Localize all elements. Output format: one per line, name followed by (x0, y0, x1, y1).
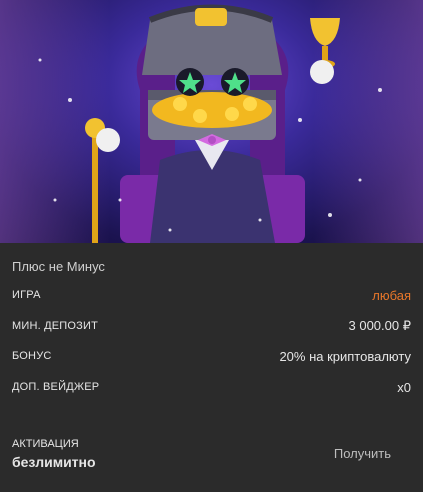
game-label: ИГРА (12, 289, 41, 301)
treasure-chest-character-illustration (38, 4, 382, 243)
min-deposit-label: МИН. ДЕПОЗИТ (12, 320, 99, 332)
row-min-deposit: МИН. ДЕПОЗИТ 3 000.00 ₽ (12, 316, 411, 336)
wager-label: ДОП. ВЕЙДЖЕР (12, 381, 100, 393)
activation-value: безлимитно (12, 454, 96, 470)
game-value: любая (372, 287, 411, 303)
wager-value: x0 (397, 379, 411, 395)
min-deposit-value: 3 000.00 ₽ (348, 318, 412, 333)
bonus-label: БОНУС (12, 350, 52, 362)
offer-title: Плюс не Минус (12, 259, 105, 274)
get-bonus-button[interactable]: Получить (334, 446, 391, 461)
activation-label: АКТИВАЦИЯ (12, 438, 79, 450)
promo-illustration (0, 0, 423, 243)
row-game: ИГРА любая (12, 285, 411, 305)
row-wager: ДОП. ВЕЙДЖЕР x0 (12, 377, 411, 397)
row-bonus: БОНУС 20% на криптовалюту (12, 346, 411, 366)
bonus-value: 20% на криптовалюту (279, 348, 411, 364)
bonus-card: Плюс не Минус ИГРА любая МИН. ДЕПОЗИТ 3 … (0, 0, 423, 492)
